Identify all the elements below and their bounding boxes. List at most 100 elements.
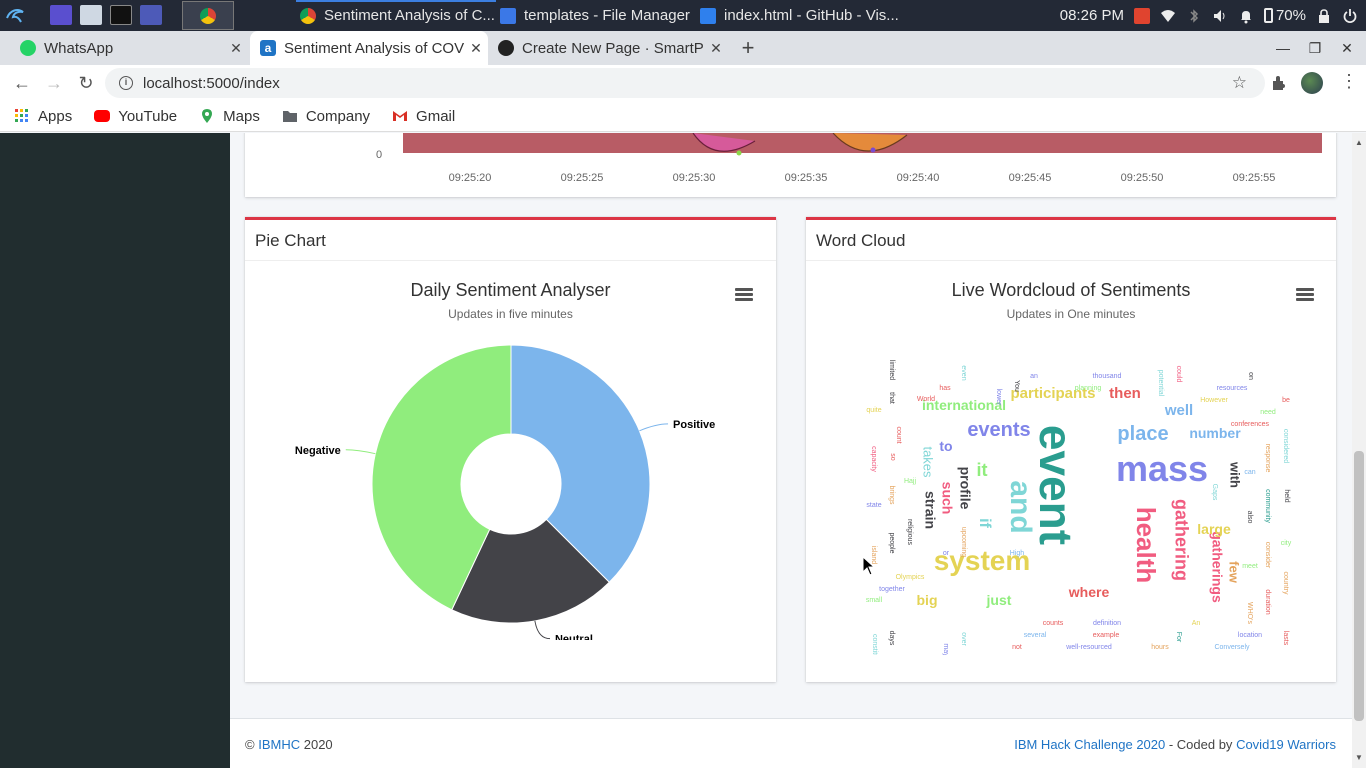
reload-button[interactable]: ↻ bbox=[74, 71, 98, 95]
notification-bell-icon[interactable] bbox=[1238, 8, 1254, 24]
folder-icon bbox=[282, 108, 298, 124]
file-manager-launcher-icon[interactable] bbox=[80, 5, 102, 25]
mouse-cursor-icon bbox=[862, 555, 876, 576]
svg-text:Olympics: Olympics bbox=[896, 574, 925, 581]
workspace-icon[interactable] bbox=[50, 5, 72, 25]
team-link[interactable]: Covid19 Warriors bbox=[1236, 737, 1336, 752]
tab-whatsapp[interactable]: WhatsApp ✕ bbox=[0, 31, 248, 65]
address-bar[interactable]: i localhost:5000/index ☆ bbox=[105, 68, 1265, 98]
chart-context-menu-icon[interactable] bbox=[1296, 288, 1314, 302]
forward-button[interactable]: → bbox=[42, 71, 66, 95]
svg-text:response: response bbox=[1264, 444, 1271, 473]
vscode-icon bbox=[700, 7, 716, 24]
close-icon[interactable]: ✕ bbox=[704, 40, 728, 57]
svg-text:example: example bbox=[1093, 632, 1120, 639]
anydesk-icon[interactable] bbox=[1133, 7, 1150, 24]
svg-text:gatherings: gatherings bbox=[1209, 531, 1225, 603]
pie-label: Neutral bbox=[555, 634, 593, 640]
svg-text:events: events bbox=[967, 419, 1030, 441]
svg-text:strain: strain bbox=[922, 491, 938, 529]
browser-menu-icon[interactable]: ⋮ bbox=[1340, 71, 1358, 92]
bluetooth-icon[interactable] bbox=[1186, 8, 1202, 24]
taskbar-window-title: templates - File Manager bbox=[524, 7, 690, 24]
close-icon[interactable]: ✕ bbox=[224, 40, 248, 57]
footer-coded-by: - Coded by bbox=[1165, 737, 1237, 752]
svg-text:thousand: thousand bbox=[1093, 373, 1122, 380]
tab-title: Create New Page · SmartP bbox=[522, 39, 704, 57]
scroll-down-arrow-icon[interactable]: ▼ bbox=[1355, 753, 1363, 762]
svg-text:community: community bbox=[1264, 489, 1271, 523]
word-cloud: event mass system and health events plac… bbox=[856, 345, 1296, 655]
clock[interactable]: 08:26 PM bbox=[1060, 7, 1124, 24]
wifi-icon[interactable] bbox=[1160, 8, 1176, 24]
svg-text:limited: limited bbox=[888, 360, 895, 380]
svg-text:held: held bbox=[1283, 489, 1290, 502]
new-tab-button[interactable]: + bbox=[737, 31, 759, 65]
taskbar-window-chrome[interactable]: Sentiment Analysis of C... bbox=[296, 0, 496, 31]
svg-text:profile: profile bbox=[957, 467, 973, 510]
maps-icon bbox=[199, 108, 215, 124]
extensions-icon[interactable] bbox=[1270, 74, 1288, 92]
timeline-x-tick: 09:25:25 bbox=[561, 172, 604, 184]
close-icon[interactable]: ✕ bbox=[464, 40, 488, 57]
svg-text:duration: duration bbox=[1264, 589, 1271, 614]
svg-text:if: if bbox=[976, 518, 993, 528]
bookmark-gmail[interactable]: Gmail bbox=[392, 108, 455, 125]
timeline-x-tick: 09:25:30 bbox=[673, 172, 716, 184]
pie-connector bbox=[345, 449, 376, 455]
bookmark-company[interactable]: Company bbox=[282, 108, 370, 125]
svg-text:mass: mass bbox=[1116, 448, 1208, 489]
svg-text:people: people bbox=[888, 532, 895, 553]
svg-text:with: with bbox=[1228, 461, 1243, 488]
timeline-x-tick: 09:25:35 bbox=[785, 172, 828, 184]
back-button[interactable]: ← bbox=[10, 71, 34, 95]
scroll-up-arrow-icon[interactable]: ▲ bbox=[1355, 138, 1363, 147]
battery-indicator[interactable]: 70% bbox=[1263, 7, 1306, 24]
ibmhc-link[interactable]: IBMHC bbox=[258, 737, 300, 752]
minimize-button[interactable]: — bbox=[1268, 31, 1298, 65]
pie-connector bbox=[639, 423, 669, 432]
site-info-icon[interactable]: i bbox=[119, 76, 133, 90]
bookmark-label: Apps bbox=[38, 107, 73, 125]
ibm-hack-challenge-link[interactable]: IBM Hack Challenge 2020 bbox=[1014, 737, 1165, 752]
svg-text:takes: takes bbox=[921, 446, 936, 478]
svg-text:can: can bbox=[1244, 469, 1255, 476]
active-chrome-launcher[interactable] bbox=[182, 1, 234, 30]
github-icon bbox=[498, 40, 514, 56]
svg-text:well-resourced: well-resourced bbox=[1065, 644, 1112, 651]
tab-github-create-page[interactable]: Create New Page · SmartP ✕ bbox=[488, 31, 728, 65]
svg-text:potential: potential bbox=[1157, 370, 1164, 397]
svg-text:consider: consider bbox=[1264, 542, 1271, 569]
close-window-button[interactable]: ✕ bbox=[1332, 31, 1362, 65]
kali-menu-icon[interactable] bbox=[4, 4, 26, 26]
svg-text:place: place bbox=[1117, 423, 1168, 445]
maximize-button[interactable]: ❐ bbox=[1300, 31, 1330, 65]
svg-text:few: few bbox=[1227, 561, 1242, 584]
svg-text:could: could bbox=[1175, 366, 1182, 383]
svg-text:High: High bbox=[1010, 550, 1025, 557]
svg-text:Gaps: Gaps bbox=[1211, 484, 1218, 501]
svg-text:then: then bbox=[1109, 385, 1141, 402]
svg-text:to: to bbox=[939, 438, 952, 454]
profile-avatar[interactable] bbox=[1301, 72, 1323, 94]
bookmark-star-icon[interactable]: ☆ bbox=[1232, 73, 1247, 93]
taskbar-window-file-manager[interactable]: templates - File Manager bbox=[500, 0, 695, 31]
svg-text:over: over bbox=[960, 632, 967, 646]
tab-sentiment-analysis[interactable]: a Sentiment Analysis of COVID ✕ bbox=[250, 31, 488, 65]
chrome-icon bbox=[200, 8, 216, 24]
scrollbar-thumb[interactable] bbox=[1354, 451, 1364, 721]
power-icon[interactable] bbox=[1342, 8, 1358, 24]
volume-icon[interactable] bbox=[1212, 8, 1228, 24]
bookmark-maps[interactable]: Maps bbox=[199, 108, 260, 125]
svg-text:WHO's: WHO's bbox=[1246, 602, 1253, 624]
page-scrollbar[interactable]: ▲ ▼ bbox=[1352, 133, 1366, 768]
svg-text:For: For bbox=[1175, 632, 1182, 643]
svg-text:city: city bbox=[1281, 540, 1292, 547]
url-text[interactable]: localhost:5000/index bbox=[143, 75, 280, 92]
taskbar-window-vscode[interactable]: index.html - GitHub - Vis... bbox=[700, 0, 905, 31]
bookmark-youtube[interactable]: YouTube bbox=[94, 108, 177, 125]
bookmark-apps[interactable]: Apps bbox=[14, 108, 72, 125]
screen-recorder-icon[interactable] bbox=[140, 5, 162, 25]
terminal-launcher-icon[interactable] bbox=[110, 5, 132, 25]
lock-icon[interactable] bbox=[1316, 8, 1332, 24]
